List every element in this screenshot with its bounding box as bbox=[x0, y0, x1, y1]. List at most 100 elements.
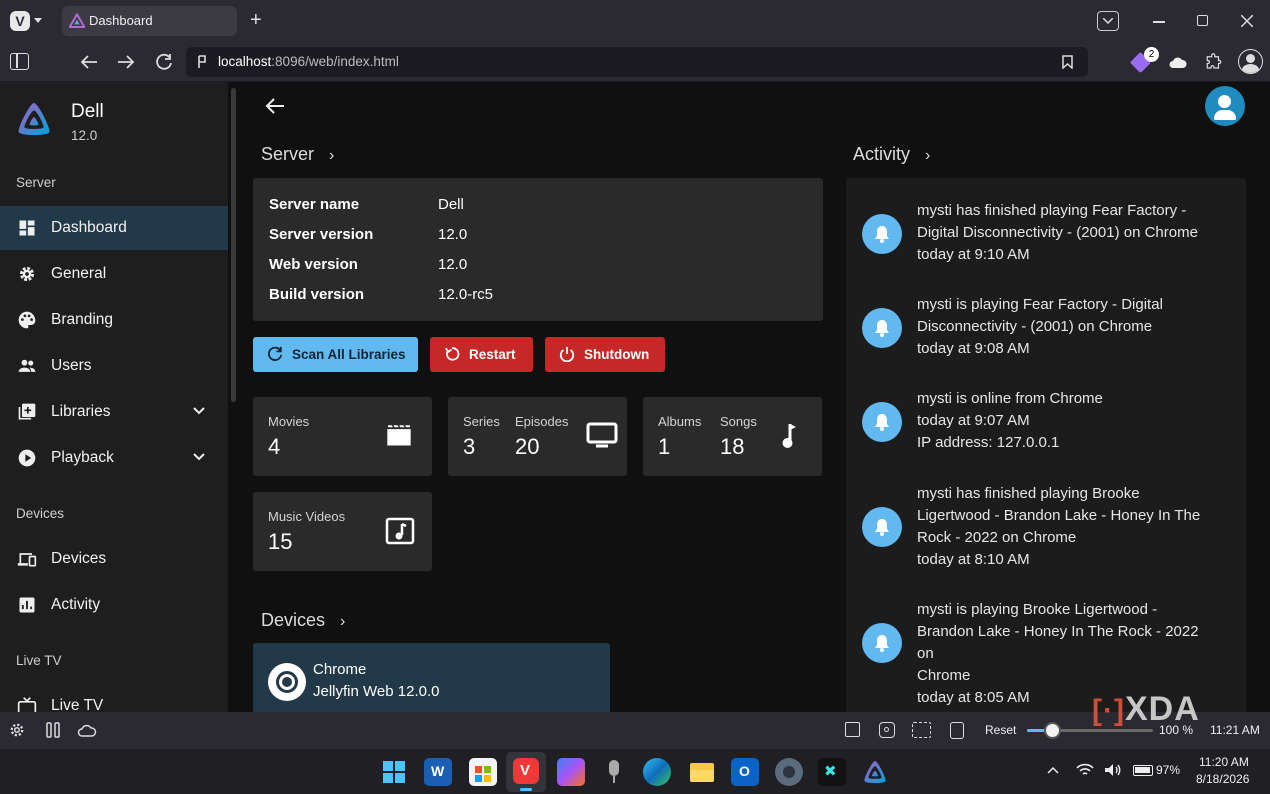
cloud-sync-icon[interactable] bbox=[1169, 55, 1187, 69]
copilot-icon[interactable] bbox=[557, 758, 585, 786]
settings-gear-icon[interactable] bbox=[8, 721, 26, 739]
activity-section-title[interactable]: Activity › bbox=[853, 144, 930, 165]
zoom-slider-thumb[interactable] bbox=[1044, 722, 1062, 739]
shutdown-button[interactable]: Shutdown bbox=[545, 337, 665, 372]
library-add-icon bbox=[18, 403, 36, 420]
word-icon[interactable]: W bbox=[424, 758, 452, 786]
forward-icon[interactable] bbox=[117, 54, 135, 70]
chevron-down-icon[interactable] bbox=[34, 18, 42, 24]
close-window-icon[interactable] bbox=[1241, 15, 1253, 27]
microphone-icon[interactable] bbox=[600, 758, 628, 786]
device-card-chrome[interactable]: Chrome Jellyfin Web 12.0.0 bbox=[253, 643, 610, 712]
edge-icon[interactable] bbox=[643, 758, 671, 786]
activity-text: mysti has finished playing Fear Factory … bbox=[917, 200, 1217, 266]
page-actions-icon[interactable] bbox=[879, 722, 895, 738]
music-videos-card[interactable]: Music Videos 15 bbox=[253, 492, 432, 571]
activity-line: IP address: 127.0.0.1 bbox=[917, 434, 1060, 451]
restart-button[interactable]: Restart bbox=[430, 337, 533, 372]
battery-icon[interactable] bbox=[1133, 765, 1153, 776]
settings-app-icon[interactable] bbox=[775, 758, 803, 786]
sidebar-item-playback[interactable]: Playback bbox=[0, 436, 228, 480]
back-arrow-icon[interactable] bbox=[265, 97, 285, 115]
sidebar-item-branding[interactable]: Branding bbox=[0, 298, 228, 342]
music-card[interactable]: Albums 1 Songs 18 bbox=[643, 397, 822, 476]
episodes-count: 20 bbox=[515, 434, 540, 459]
new-tab-plus-icon[interactable]: + bbox=[250, 9, 262, 32]
activity-item[interactable]: mysti is playing Fear Factory - Digital D… bbox=[862, 294, 1222, 364]
profile-icon[interactable] bbox=[1238, 49, 1263, 74]
bell-icon bbox=[862, 308, 902, 348]
wifi-icon[interactable] bbox=[1076, 763, 1094, 777]
devices-icon bbox=[17, 553, 37, 567]
outlook-icon[interactable]: O bbox=[731, 758, 759, 786]
sidebar-item-label: Dashboard bbox=[51, 219, 127, 236]
bookmark-icon[interactable] bbox=[1062, 55, 1073, 69]
activity-item[interactable]: mysti has finished playing Fear Factory … bbox=[862, 200, 1222, 270]
extensions-puzzle-icon[interactable] bbox=[1205, 53, 1223, 71]
zoom-reset-button[interactable]: Reset bbox=[985, 723, 1016, 737]
store-icon[interactable] bbox=[469, 758, 497, 786]
jellyfin-taskbar-icon[interactable] bbox=[862, 759, 888, 785]
capture-icon[interactable] bbox=[845, 722, 860, 737]
page-tiling-icon[interactable] bbox=[912, 722, 931, 738]
activity-item[interactable]: mysti has finished playing Brooke Ligertw… bbox=[862, 483, 1222, 575]
sidebar-item-activity[interactable]: Activity bbox=[0, 583, 228, 627]
maximize-icon[interactable] bbox=[1197, 15, 1208, 26]
activity-line: mysti has finished playing Fear Factory … bbox=[917, 202, 1187, 219]
reload-icon[interactable] bbox=[155, 53, 173, 71]
songs-label: Songs bbox=[720, 414, 757, 429]
server-name-key: Server name bbox=[269, 196, 360, 213]
sidebar-item-libraries[interactable]: Libraries bbox=[0, 390, 228, 434]
app-icon[interactable]: ✖ bbox=[818, 758, 846, 786]
taskbar-date[interactable]: 8/18/2026 bbox=[1196, 772, 1249, 786]
scan-all-libraries-button[interactable]: Scan All Libraries bbox=[253, 337, 418, 372]
sidebar-item-users[interactable]: Users bbox=[0, 344, 228, 388]
panel-toggle-icon[interactable] bbox=[10, 53, 29, 70]
devices-section-title[interactable]: Devices › bbox=[261, 610, 345, 631]
sidebar-item-livetv[interactable]: Live TV bbox=[0, 684, 228, 712]
tiling-icon[interactable] bbox=[45, 722, 61, 738]
vivaldi-menu-icon[interactable]: V bbox=[10, 11, 30, 31]
users-icon bbox=[18, 359, 36, 372]
activity-line: Brandon Lake - Honey In The Rock - 2022 … bbox=[917, 623, 1199, 662]
tab-list-icon[interactable] bbox=[1097, 11, 1119, 31]
url-path: :8096/web/index.html bbox=[271, 54, 399, 69]
xda-logo-icon: [·] bbox=[1092, 694, 1125, 727]
url-bar[interactable]: localhost:8096/web/index.html bbox=[186, 47, 1088, 77]
vivaldi-taskbar-active[interactable]: V bbox=[506, 752, 546, 792]
file-explorer-icon[interactable] bbox=[688, 758, 716, 786]
sidebar-item-label: Users bbox=[51, 357, 92, 374]
tab-dashboard[interactable]: Dashboard bbox=[62, 6, 237, 36]
sidebar-item-devices[interactable]: Devices bbox=[0, 537, 228, 581]
user-avatar[interactable] bbox=[1205, 86, 1245, 126]
activity-line: mysti is playing Brooke Ligertwood - bbox=[917, 601, 1158, 618]
sidebar-item-general[interactable]: General bbox=[0, 252, 228, 296]
restart-icon bbox=[445, 347, 460, 361]
browser-address-row: localhost:8096/web/index.html 2 bbox=[0, 42, 1270, 82]
image-properties-icon[interactable] bbox=[950, 722, 964, 739]
chevron-up-icon[interactable] bbox=[1047, 766, 1059, 774]
cloud-icon[interactable] bbox=[77, 723, 97, 737]
volume-icon[interactable] bbox=[1104, 763, 1122, 777]
taskbar-time[interactable]: 11:20 AM bbox=[1199, 755, 1249, 769]
palette-icon bbox=[18, 311, 36, 329]
minimize-icon[interactable] bbox=[1153, 21, 1165, 23]
chrome-logo-icon bbox=[268, 663, 306, 701]
zoom-slider-track[interactable] bbox=[1027, 722, 1153, 739]
activity-line: Ligertwood - Brandon Lake - Honey In The bbox=[917, 507, 1201, 524]
refresh-icon bbox=[267, 346, 283, 361]
server-section-title[interactable]: Server › bbox=[261, 144, 334, 165]
movies-card[interactable]: Movies 4 bbox=[253, 397, 432, 476]
music-videos-label: Music Videos bbox=[268, 509, 346, 524]
songs-count: 18 bbox=[720, 434, 745, 459]
series-card[interactable]: Series 3 Episodes 20 bbox=[448, 397, 627, 476]
activity-item[interactable]: mysti is playing Brooke Ligertwood - Bran… bbox=[862, 599, 1222, 706]
back-icon[interactable] bbox=[80, 54, 98, 70]
sidebar-item-dashboard[interactable]: Dashboard bbox=[0, 206, 228, 250]
jellyfin-logo-icon bbox=[18, 102, 50, 136]
site-info-icon[interactable] bbox=[196, 55, 208, 69]
sidebar-scrollbar[interactable] bbox=[231, 88, 236, 402]
activity-time: today at 9:07 AM bbox=[917, 412, 1030, 429]
activity-item[interactable]: mysti is online from Chrome today at 9:07… bbox=[862, 388, 1222, 458]
windows-start-icon[interactable] bbox=[383, 761, 405, 783]
